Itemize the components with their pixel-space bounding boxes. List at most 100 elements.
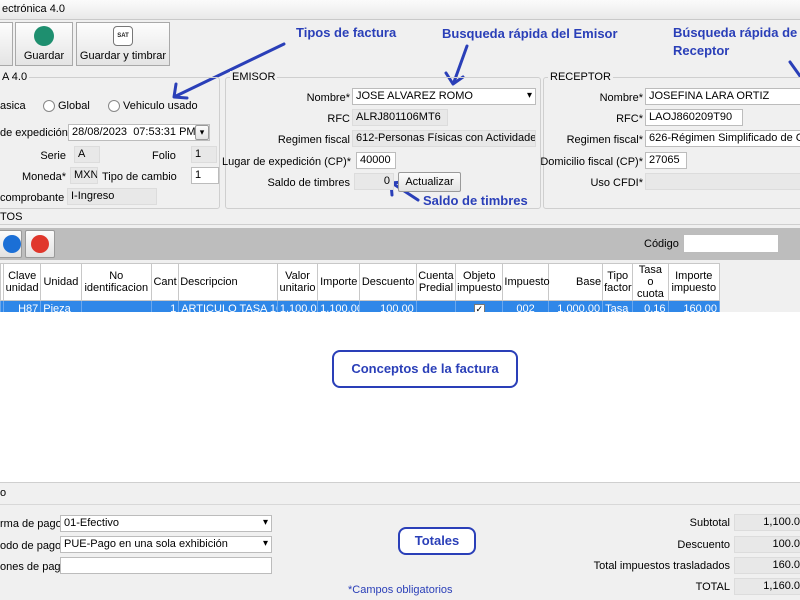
fecha-label: de expedición	[0, 127, 68, 139]
table-header[interactable]: Descripcion	[178, 263, 278, 301]
table-header[interactable]: Base	[547, 263, 604, 301]
delete-concept-button[interactable]	[25, 230, 55, 258]
impuestos-trasladados-value: 160.0	[734, 557, 800, 574]
conceptos-table: Clave unidad Unidad No identificacion Ca…	[0, 263, 721, 318]
serie-input[interactable]: A	[74, 146, 100, 163]
moneda-label: Moneda*	[21, 171, 66, 183]
metodo-pago-label: odo de pago	[0, 540, 62, 552]
saldo-timbres-value: 0	[354, 173, 394, 190]
type-vehiculo-radio[interactable]	[108, 100, 120, 112]
save-and-stamp-button[interactable]: SAT Guardar y timbrar	[76, 22, 170, 66]
comprobante-label: comprobante	[0, 192, 65, 204]
required-fields-note: *Campos obligatorios	[348, 584, 453, 596]
moneda-input[interactable]: MXN	[70, 167, 98, 184]
table-header[interactable]: Importe impuesto	[667, 263, 721, 301]
annotation-conceptos: Conceptos de la factura	[332, 350, 518, 388]
receptor-nombre-input[interactable]: JOSEFINA LARA ORTIZ	[645, 88, 800, 105]
emisor-regimen-input[interactable]: 612-Personas Físicas con Actividades E	[352, 130, 536, 147]
factura-group-title: A 4.0	[0, 71, 30, 83]
receptor-domicilio-label: Domicilio fiscal (CP)*	[540, 156, 643, 168]
impuestos-trasladados-label: Total impuestos trasladados	[593, 560, 730, 572]
conceptos-toolbar	[0, 228, 800, 260]
forma-pago-label: rma de pago	[0, 518, 62, 530]
table-header[interactable]: Valor unitario	[276, 263, 319, 301]
receptor-uso-label: Uso CFDI*	[590, 177, 643, 189]
trash-icon	[31, 235, 49, 253]
total-label: TOTAL	[695, 581, 730, 593]
receptor-domicilio-input[interactable]: 27065	[645, 152, 687, 169]
save-icon	[34, 26, 54, 46]
conceptos-grid-area[interactable]	[0, 312, 800, 482]
codigo-input[interactable]	[683, 234, 779, 253]
emisor-rfc-label: RFC	[327, 113, 350, 125]
annotation-busqueda-emisor: Busqueda rápida del Emisor	[442, 26, 618, 41]
table-header[interactable]: Tipo factor	[602, 263, 634, 301]
comprobante-input[interactable]: I-Ingreso	[67, 188, 157, 205]
table-header[interactable]: Cuenta Predial	[415, 263, 457, 301]
table-header[interactable]: Descuento	[359, 263, 417, 301]
type-global-label: Global	[58, 100, 90, 112]
folio-input[interactable]: 1	[191, 146, 217, 163]
table-header[interactable]: Clave unidad	[3, 263, 42, 301]
forma-pago-select[interactable]: 01-Efectivo	[60, 515, 272, 532]
subtotal-label: Subtotal	[689, 517, 730, 529]
table-header[interactable]: Cant	[151, 263, 180, 301]
edit-icon	[3, 235, 21, 253]
save-and-stamp-label: Guardar y timbrar	[79, 50, 167, 62]
subtotal-value: 1,100.0	[734, 514, 800, 531]
divider	[0, 482, 800, 483]
codigo-label: Código	[644, 238, 679, 250]
condiciones-pago-input[interactable]	[60, 557, 272, 574]
type-global-radio[interactable]	[43, 100, 55, 112]
emisor-nombre-label: Nombre*	[306, 92, 350, 104]
receptor-rfc-input[interactable]: LAOJ860209T90	[645, 109, 743, 126]
type-vehiculo-label: Vehiculo usado	[123, 100, 198, 112]
table-header[interactable]: Impuesto	[502, 263, 550, 301]
receptor-regimen-label: Regimen fiscal*	[566, 134, 643, 146]
tipo-cambio-label: Tipo de cambio	[102, 171, 177, 183]
table-header[interactable]: No identificacion	[80, 263, 153, 301]
table-header[interactable]: Tasa o cuota	[632, 263, 669, 301]
actualizar-button[interactable]: Actualizar	[398, 172, 461, 192]
emisor-group-title: EMISOR	[230, 71, 278, 83]
table-header[interactable]: Unidad	[40, 263, 82, 301]
new-button[interactable]	[0, 22, 13, 66]
descuento-value: 100.0	[734, 536, 800, 553]
receptor-group-title: RECEPTOR	[548, 71, 613, 83]
fecha-dropdown-button[interactable]: ▾	[195, 125, 209, 140]
table-header[interactable]: Objeto impuesto	[455, 263, 504, 301]
emisor-nombre-select[interactable]: JOSE ALVAREZ ROMO	[352, 88, 536, 105]
type-basica-label: asica	[0, 100, 26, 112]
annotation-tipos-factura: Tipos de factura	[296, 25, 397, 40]
table-header[interactable]: Importe	[317, 263, 361, 301]
fecha-input[interactable]: 28/08/2023 07:53:31 PM	[68, 124, 210, 141]
divider	[0, 224, 800, 225]
edit-concept-button[interactable]	[0, 230, 22, 258]
folio-label: Folio	[152, 150, 176, 162]
tipo-cambio-input[interactable]: 1	[191, 167, 219, 184]
arrow-busqueda-receptor	[788, 60, 800, 78]
sat-icon: SAT	[113, 26, 133, 46]
annotation-totales: Totales	[398, 527, 476, 555]
window-title: ectrónica 4.0	[2, 3, 65, 15]
save-button[interactable]: Guardar	[15, 22, 73, 66]
annotation-busqueda-receptor-1: Búsqueda rápida de	[673, 25, 798, 40]
receptor-nombre-label: Nombre*	[599, 92, 643, 104]
divider	[0, 504, 800, 505]
total-value: 1,160.0	[734, 578, 800, 595]
annotation-busqueda-receptor-2: Receptor	[673, 43, 730, 58]
receptor-uso-select[interactable]	[645, 173, 800, 190]
serie-label: Serie	[40, 150, 66, 162]
receptor-rfc-label: RFC*	[616, 113, 643, 125]
pago-tab[interactable]: o	[0, 487, 6, 499]
table-header-row: Clave unidad Unidad No identificacion Ca…	[0, 263, 721, 301]
emisor-lugar-label: Lugar de expedición (CP)*	[222, 156, 352, 168]
condiciones-pago-label: ones de pago	[0, 561, 67, 573]
save-label: Guardar	[23, 50, 65, 62]
metodo-pago-select[interactable]: PUE-Pago en una sola exhibición	[60, 536, 272, 553]
conceptos-section-title: TOS	[0, 211, 23, 223]
receptor-regimen-select[interactable]: 626-Régimen Simplificado de Co	[645, 130, 800, 147]
emisor-rfc-input[interactable]: ALRJ801106MT6	[352, 109, 448, 126]
saldo-timbres-label: Saldo de timbres	[267, 177, 350, 189]
emisor-lugar-input[interactable]: 40000	[356, 152, 396, 169]
